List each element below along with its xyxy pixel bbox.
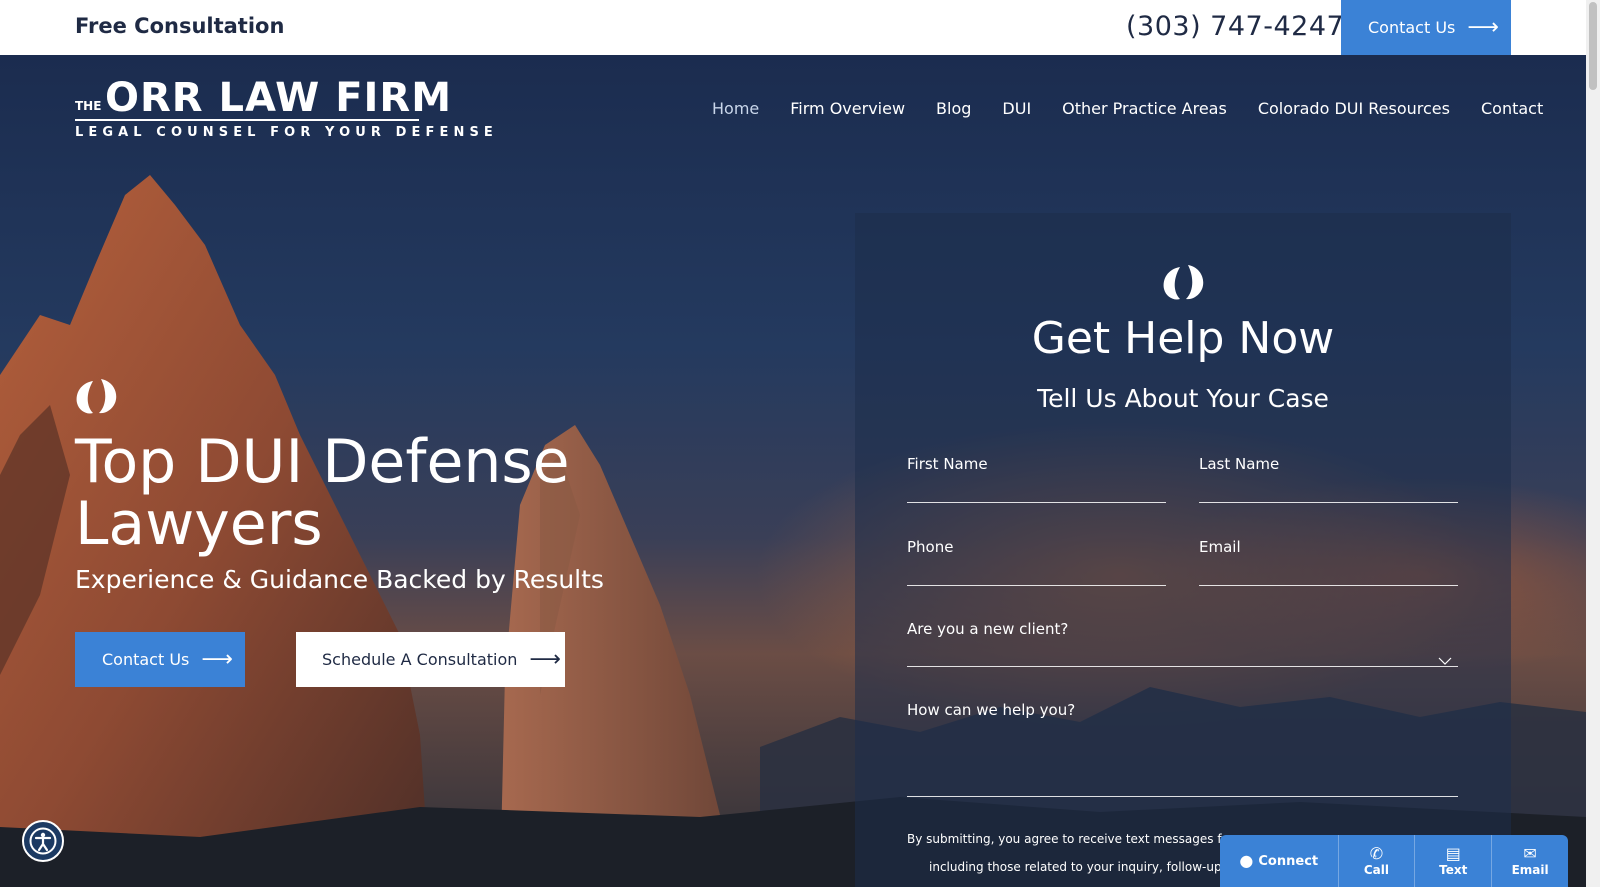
logo-the: THE [75, 99, 102, 113]
schedule-consultation-button[interactable]: Schedule A Consultation ⟶ [296, 632, 565, 687]
email-label: Email [1511, 863, 1549, 877]
call-button[interactable]: ✆ Call [1337, 835, 1415, 887]
hero-section: THE ORR LAW FIRM LEGAL COUNSEL FOR YOUR … [0, 55, 1586, 887]
nav-item-home[interactable]: Home [712, 99, 759, 118]
text-label: Text [1439, 863, 1468, 877]
last-name-label: Last Name [1199, 455, 1280, 473]
nav-item-dui[interactable]: DUI [1002, 99, 1031, 118]
first-name-field[interactable]: First Name [907, 455, 1166, 503]
call-label: Call [1363, 863, 1390, 877]
scrollbar-thumb[interactable] [1589, 2, 1597, 90]
last-name-field[interactable]: Last Name [1199, 455, 1458, 503]
top-bar: Free Consultation (303) 747-4247 Contact… [0, 0, 1586, 55]
chat-bubble-icon: ● [1239, 851, 1254, 870]
first-name-label: First Name [907, 455, 988, 473]
firm-mark-icon [76, 379, 117, 414]
firm-mark-icon [1163, 265, 1204, 300]
accessibility-icon [29, 827, 57, 855]
top-contact-label: Contact Us [1368, 18, 1456, 37]
phone-icon: ✆ [1369, 844, 1384, 863]
help-label: How can we help you? [907, 701, 1076, 719]
contact-widget: ● Connect ✆ Call ▤ Text ✉ Email [1220, 835, 1568, 887]
form-title: Get Help Now [1031, 313, 1335, 364]
arrow-right-icon: ⟶ [1467, 15, 1499, 40]
logo-divider [75, 119, 419, 121]
connect-label: Connect [1258, 853, 1319, 869]
main-nav: Home Firm Overview Blog DUI Other Practi… [712, 99, 1574, 118]
schedule-consultation-label: Schedule A Consultation [322, 650, 518, 669]
nav-item-firm-overview[interactable]: Firm Overview [790, 99, 905, 118]
disclaimer-line-1: By submitting, you agree to receive text… [907, 832, 1234, 846]
email-field[interactable]: Email [1199, 538, 1458, 586]
envelope-icon: ✉ [1523, 844, 1537, 863]
nav-item-contact[interactable]: Contact [1481, 99, 1543, 118]
connect-button[interactable]: ● Connect [1220, 835, 1338, 887]
hero-contact-label: Contact Us [102, 650, 190, 669]
hero-contact-button[interactable]: Contact Us ⟶ [75, 632, 245, 687]
logo-tagline: LEGAL COUNSEL FOR YOUR DEFENSE [75, 125, 498, 140]
hero-heading: Top DUI Defense Lawyers [75, 427, 570, 559]
logo-name: ORR LAW FIRM [105, 75, 453, 121]
arrow-right-icon: ⟶ [201, 647, 233, 672]
hero-subheading: Experience & Guidance Backed by Results [75, 565, 604, 594]
phone-label: Phone [907, 538, 954, 556]
chevron-down-icon [1438, 657, 1452, 665]
message-icon: ▤ [1445, 844, 1461, 863]
email-button[interactable]: ✉ Email [1491, 835, 1568, 887]
form-subtitle: Tell Us About Your Case [1037, 384, 1329, 413]
nav-item-colorado-dui-resources[interactable]: Colorado DUI Resources [1258, 99, 1450, 118]
nav-item-blog[interactable]: Blog [936, 99, 971, 118]
email-label: Email [1199, 538, 1241, 556]
nav-item-other-practice-areas[interactable]: Other Practice Areas [1062, 99, 1227, 118]
top-contact-button[interactable]: Contact Us ⟶ [1341, 0, 1511, 55]
phone-number-link[interactable]: (303) 747-4247 [1126, 11, 1344, 42]
page-scrollbar[interactable] [1586, 0, 1600, 887]
text-button[interactable]: ▤ Text [1414, 835, 1491, 887]
accessibility-button[interactable] [22, 820, 64, 862]
contact-form-panel: Get Help Now Tell Us About Your Case Fir… [855, 213, 1511, 887]
arrow-right-icon: ⟶ [529, 647, 561, 672]
new-client-label: Are you a new client? [907, 620, 1069, 638]
help-textarea[interactable]: How can we help you? [907, 701, 1458, 797]
new-client-select[interactable]: Are you a new client? [907, 620, 1458, 667]
phone-field[interactable]: Phone [907, 538, 1166, 586]
free-consultation-link[interactable]: Free Consultation [75, 14, 284, 38]
